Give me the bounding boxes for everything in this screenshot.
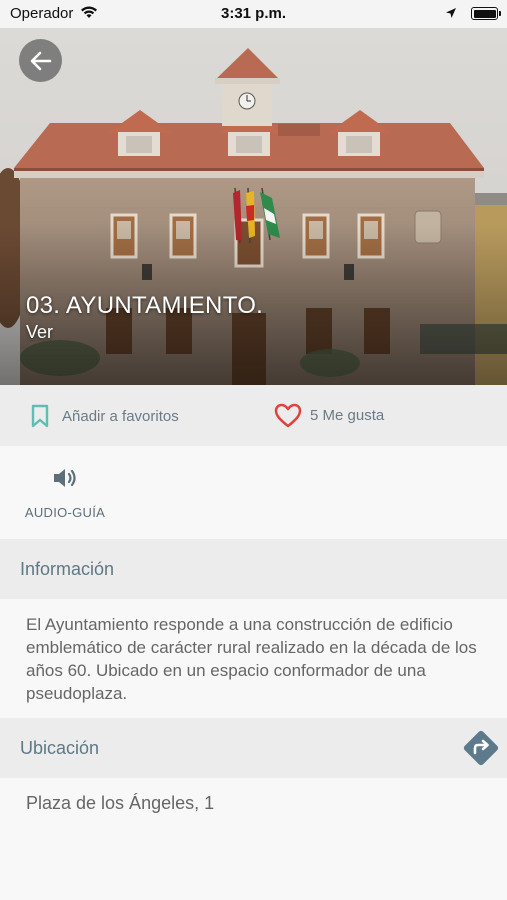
page-title: 03. AYUNTAMIENTO. <box>26 292 264 319</box>
clock: 3:31 p.m. <box>220 5 287 22</box>
view-link[interactable]: Ver <box>26 322 53 343</box>
town-hall-photo <box>0 28 507 385</box>
info-title: Información <box>20 559 115 579</box>
bookmark-icon <box>31 404 49 428</box>
location-title: Ubicación <box>20 738 100 758</box>
directions-icon <box>463 730 499 766</box>
audio-guide-button[interactable]: AUDIO-GUÍA <box>20 466 110 520</box>
speaker-icon <box>54 469 76 487</box>
audio-section: AUDIO-GUÍA <box>0 446 507 539</box>
location-body: Plaza de los Ángeles, 1 <box>0 778 507 900</box>
info-section-header: Información <box>0 539 507 599</box>
info-text: El Ayuntamiento responde a una construcc… <box>0 599 507 718</box>
address: Plaza de los Ángeles, 1 <box>26 793 215 813</box>
directions-button[interactable] <box>460 727 502 769</box>
battery-icon <box>471 7 501 20</box>
heart-icon <box>274 403 302 428</box>
back-button[interactable] <box>19 39 62 82</box>
add-to-favorites-button[interactable]: Añadir a favoritos <box>30 404 179 428</box>
likes-label: 5 Me gusta <box>310 407 385 424</box>
hero-image: 03. AYUNTAMIENTO. Ver <box>0 28 507 385</box>
favorites-label: Añadir a favoritos <box>62 407 179 425</box>
audio-guide-label: AUDIO-GUÍA <box>24 505 106 520</box>
location-arrow-icon <box>445 6 457 23</box>
arrow-left-icon <box>30 51 51 70</box>
status-bar: Operador 3:31 p.m. <box>0 0 507 28</box>
action-bar: Añadir a favoritos 5 Me gusta <box>0 385 507 446</box>
like-button[interactable]: 5 Me gusta <box>274 403 384 428</box>
location-section-header: Ubicación <box>0 718 507 778</box>
